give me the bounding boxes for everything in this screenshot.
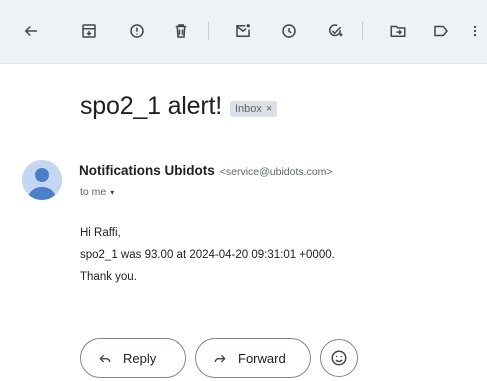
body-line: Thank you. [80,271,137,283]
sender-line: Notifications Ubidots <service@ubidots.c… [79,163,333,178]
reply-icon [99,354,111,363]
recipient-toggle[interactable]: to me ▾ [80,186,114,198]
back-arrow-icon[interactable] [20,20,42,42]
forward-button[interactable]: Forward [195,338,311,378]
mark-unread-icon[interactable] [232,20,254,42]
label-icon[interactable] [430,20,452,42]
remove-label-icon[interactable]: × [266,103,272,115]
reply-button[interactable]: Reply [80,338,186,378]
inbox-label-chip[interactable]: Inbox × [229,100,278,117]
avatar [22,160,62,200]
add-to-tasks-icon[interactable] [324,20,346,42]
body-line: spo2_1 was 93.00 at 2024-04-20 09:31:01 … [80,249,335,261]
more-vert-icon[interactable] [468,20,482,42]
delete-icon[interactable] [170,20,192,42]
archive-icon[interactable] [78,20,100,42]
smiley-icon [331,350,347,366]
chevron-down-icon[interactable]: ▾ [110,188,114,197]
action-buttons: Reply Forward [80,338,358,378]
snooze-icon[interactable] [278,20,300,42]
recipient-label: to me [80,186,107,198]
emoji-reaction-button[interactable] [320,339,358,377]
label-chip-text: Inbox [234,102,262,115]
reply-label: Reply [123,350,157,366]
forward-label: Forward [238,350,286,366]
person-icon [22,160,62,200]
toolbar-divider [362,22,363,40]
sender-name: Notifications Ubidots [79,163,215,178]
toolbar [0,0,487,64]
body-line: Hi Raffi, [80,227,121,239]
report-spam-icon[interactable] [126,20,148,42]
email-subject: spo2_1 alert! [80,92,222,120]
sender-email: <service@ubidots.com> [219,166,333,178]
toolbar-divider [208,22,209,40]
email-body: Hi Raffi, spo2_1 was 93.00 at 2024-04-20… [80,222,335,288]
subject-row: spo2_1 alert! Inbox × [80,92,278,121]
move-to-icon[interactable] [387,20,409,42]
forward-icon [214,354,226,363]
